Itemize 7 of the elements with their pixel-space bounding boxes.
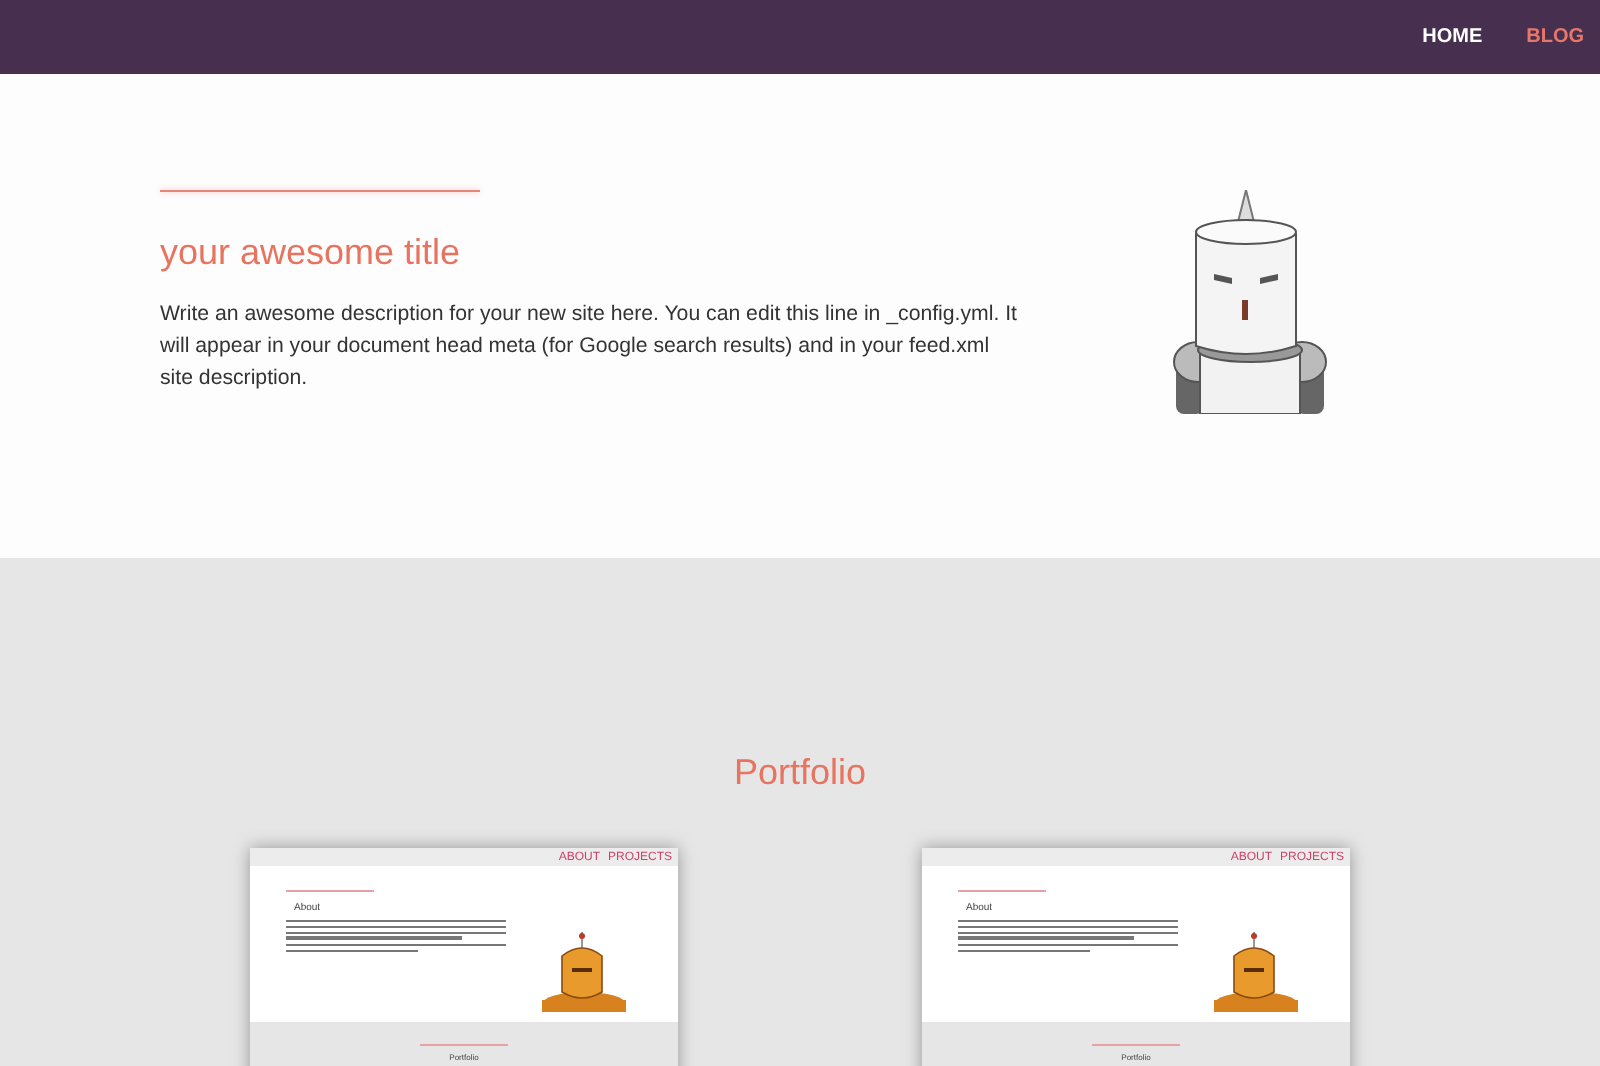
section-title: Portfolio: [733, 752, 867, 794]
nav-link[interactable]: HOME: [1422, 26, 1483, 48]
hero-title: your awesome title: [160, 232, 463, 274]
nav-link[interactable]: BLOG: [1526, 26, 1584, 48]
robot-illustration: [1214, 932, 1298, 1012]
robot-illustration: [542, 932, 626, 1012]
hero-description: Write an awesome description for your new site here. You can edit this line in _config.yml. It will appear in your document head meta (for Google search results) and in your feed.xml site description.: [160, 300, 1019, 394]
